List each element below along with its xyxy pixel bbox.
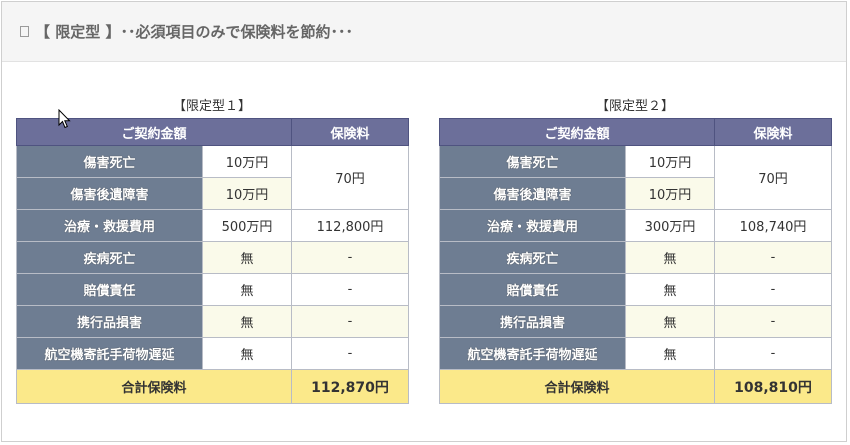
total-label: 合計保険料	[15, 369, 293, 404]
row-premium: 70円	[291, 145, 410, 210]
plan-table: ご契約金額 保険料 傷害死亡 10万円 70円 傷害後遺障害 10万円 治療・救…	[438, 118, 833, 404]
row-value: 10万円	[201, 145, 293, 178]
row-value: 無	[201, 305, 293, 338]
row-value: 10万円	[624, 145, 716, 178]
row-premium: 112,800円	[291, 209, 410, 242]
row-label: 賠償責任	[439, 273, 626, 306]
amount-header: ご契約金額	[438, 118, 716, 146]
row-premium: 108,740円	[714, 209, 833, 242]
section-header: 【 限定型 】･･必須項目のみで保険料を節約･･･	[2, 2, 846, 62]
row-value: 無	[201, 273, 293, 306]
row-premium: -	[714, 337, 833, 370]
row-value: 無	[624, 241, 716, 274]
section-title: 【 限定型 】･･必須項目のみで保険料を節約･･･	[35, 23, 353, 41]
row-label: 携行品損害	[439, 305, 626, 338]
row-value: 無	[201, 337, 293, 370]
row-premium: -	[291, 305, 410, 338]
row-value: 10万円	[624, 177, 716, 210]
row-label: 治療・救援費用	[439, 209, 626, 242]
row-premium: -	[714, 241, 833, 274]
row-label: 傷害死亡	[16, 145, 203, 178]
row-value: 10万円	[201, 177, 293, 210]
row-premium: 70円	[714, 145, 833, 210]
plan-table: ご契約金額 保険料 傷害死亡 10万円 70円 傷害後遺障害 10万円 治療・救…	[15, 118, 410, 404]
plan-title: 【限定型１】	[172, 99, 251, 114]
plan-2: 【限定型２】 ご契約金額 保険料 傷害死亡 10万円 70円 傷害後遺障害 10…	[438, 96, 833, 404]
premium-header: 保険料	[714, 118, 833, 146]
row-label: 治療・救援費用	[16, 209, 203, 242]
row-premium: -	[291, 337, 410, 370]
row-value: 無	[624, 337, 716, 370]
row-label: 傷害後遺障害	[439, 177, 626, 210]
row-premium: -	[714, 305, 833, 338]
premium-header: 保険料	[291, 118, 410, 146]
row-premium: -	[714, 273, 833, 306]
row-label: 航空機寄託手荷物遅延	[439, 337, 626, 370]
plan-1: 【限定型１】 ご契約金額 保険料 傷害死亡 10万円 70円 傷害後遺障害 10…	[15, 96, 410, 404]
row-label: 傷害後遺障害	[16, 177, 203, 210]
row-label: 疾病死亡	[16, 241, 203, 274]
row-label: 携行品損害	[16, 305, 203, 338]
row-label: 疾病死亡	[439, 241, 626, 274]
plan-title: 【限定型２】	[595, 99, 674, 114]
row-label: 傷害死亡	[439, 145, 626, 178]
total-premium: 112,870円	[291, 369, 410, 404]
row-label: 賠償責任	[16, 273, 203, 306]
total-premium: 108,810円	[714, 369, 833, 404]
row-value: 無	[624, 273, 716, 306]
row-value: 500万円	[201, 209, 293, 242]
row-premium: -	[291, 241, 410, 274]
row-value: 無	[624, 305, 716, 338]
total-label: 合計保険料	[438, 369, 716, 404]
row-value: 300万円	[624, 209, 716, 242]
checkbox-icon	[20, 26, 29, 37]
row-label: 航空機寄託手荷物遅延	[16, 337, 203, 370]
row-value: 無	[201, 241, 293, 274]
row-premium: -	[291, 273, 410, 306]
